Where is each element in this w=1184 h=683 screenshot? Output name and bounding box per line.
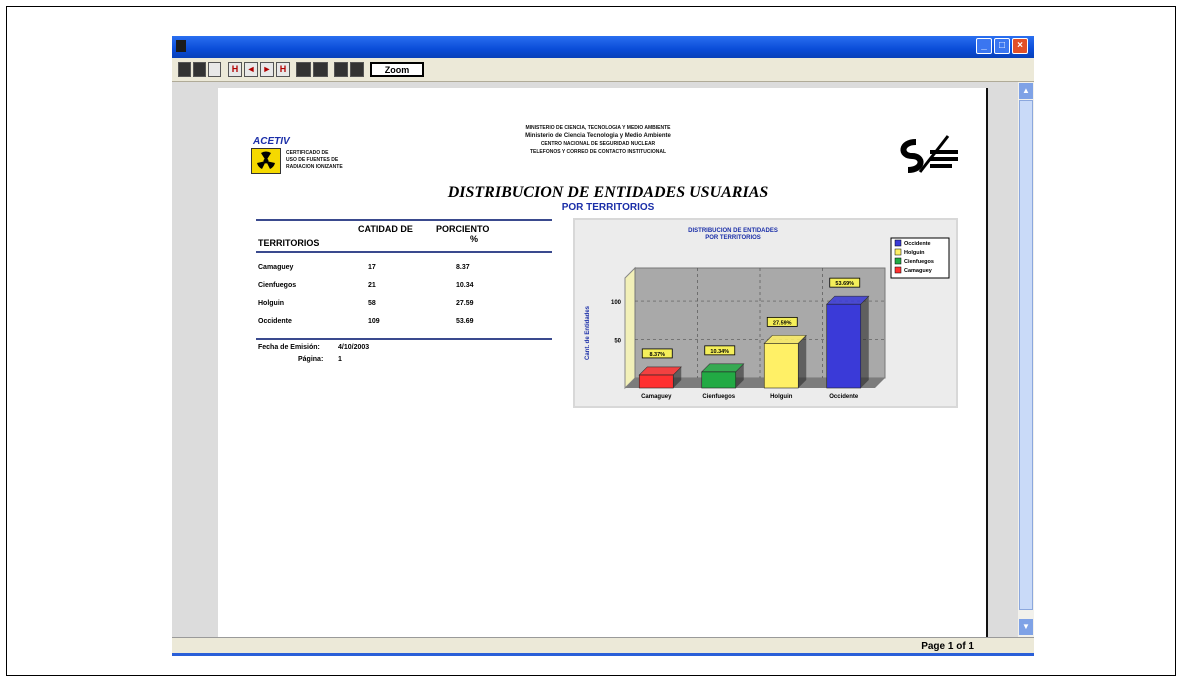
table-bottom-rule	[256, 338, 552, 340]
report-subtitle: POR TERRITORIOS	[561, 202, 655, 213]
first-page-button[interactable]: H	[228, 62, 242, 77]
last-page-button[interactable]: H	[276, 62, 290, 77]
cell-territory: Occidente	[258, 318, 292, 325]
x-tick-label: Occidente	[829, 394, 859, 400]
cell-territory: Camaguey	[258, 264, 294, 271]
chart-bar	[701, 371, 737, 389]
chart-bar	[638, 374, 674, 389]
logo-line: CERTIFICADO DE	[286, 150, 329, 156]
app-icon[interactable]	[176, 40, 186, 52]
x-tick-label: Cienfuegos	[702, 394, 735, 400]
institution-mark-icon	[900, 135, 958, 173]
vertical-scrollbar[interactable]: ▲ ▼	[1018, 82, 1034, 637]
two-page-icon[interactable]	[193, 62, 206, 77]
scroll-thumb[interactable]	[1019, 100, 1033, 610]
open-icon[interactable]	[350, 62, 364, 77]
close-button[interactable]: ×	[1012, 38, 1028, 54]
next-page-button[interactable]: ►	[260, 62, 274, 77]
legend-entry: Camaguey	[904, 268, 933, 274]
logo-text: CERTIFICADO DE USO DE FUENTES DE RADIACI…	[286, 150, 343, 171]
chart-title: DISTRIBUCION DE ENTIDADES	[688, 228, 778, 234]
scroll-down-button[interactable]: ▼	[1019, 619, 1033, 635]
report-title: DISTRIBUCION DE ENTIDADES USUARIAS	[447, 184, 769, 201]
legend-swatch	[894, 239, 902, 247]
chart-bar	[763, 343, 799, 389]
cell-quantity: 58	[368, 300, 376, 307]
chart-bar-side	[860, 296, 869, 388]
x-tick-label: Camaguey	[641, 394, 672, 400]
legend-swatch	[894, 257, 902, 265]
table-top-rule	[256, 219, 552, 221]
header-line: Ministerio de Ciencia Tecnologia y Medio…	[525, 133, 671, 139]
cell-percent: 53.69	[456, 318, 474, 325]
maximize-button[interactable]: □	[994, 38, 1010, 54]
legend-entry: Cienfuegos	[904, 259, 934, 265]
logo-name: ACETIV	[253, 136, 290, 147]
institution-header: MINISTERIO DE CIENCIA, TECNOLOGIA Y MEDI…	[458, 124, 738, 156]
previous-page-button[interactable]: ◄	[244, 62, 258, 77]
territory-bar-chart: DISTRIBUCION DE ENTIDADESPOR TERRITORIOS…	[573, 218, 958, 408]
legend-entry: Holguin	[904, 250, 925, 256]
issue-date-value: 4/10/2003	[338, 344, 370, 351]
save-icon[interactable]	[334, 62, 348, 77]
cell-quantity: 21	[368, 282, 376, 289]
data-label: 8.37%	[649, 352, 665, 358]
zoom-button[interactable]: Zoom	[370, 62, 424, 77]
chart-bar-side	[798, 335, 807, 388]
logo-line: USO DE FUENTES DE	[286, 157, 339, 163]
col-header-percent: PORCIENTO	[436, 224, 490, 234]
data-label: 53.69%	[835, 281, 854, 287]
page-count: Page 1 of 1	[921, 641, 974, 652]
table-header-rule	[256, 251, 552, 253]
report-viewer-window: _ □ × H ◄ ► H Zoom ACETIV CERTIFICADO DE…	[172, 36, 1034, 656]
legend-swatch	[894, 248, 902, 256]
y-tick-label: 100	[611, 300, 622, 306]
chart-subtitle: POR TERRITORIOS	[705, 235, 761, 241]
y-axis-label: Cant. de Entidades	[585, 305, 591, 360]
header-line: MINISTERIO DE CIENCIA, TECNOLOGIA Y MEDI…	[525, 125, 671, 131]
col-header-percent-sign: %	[470, 234, 479, 244]
page-view-icon[interactable]	[178, 62, 191, 77]
cell-territory: Holguin	[258, 300, 285, 307]
report-canvas[interactable]: ACETIV CERTIFICADO DE USO DE FUENTES DE …	[172, 82, 1018, 637]
logo-line: RADIACION IONIZANTE	[286, 164, 343, 170]
status-bar: Page 1 of 1	[172, 637, 1034, 656]
header-line: TELEFONOS Y CORREO DE CONTACTO INSTITUCI…	[529, 149, 667, 155]
toolbar: H ◄ ► H Zoom	[172, 58, 1034, 82]
issue-date-label: Fecha de Emisión:	[258, 344, 320, 351]
print-setup-icon[interactable]	[296, 62, 311, 77]
cell-quantity: 109	[368, 318, 380, 325]
radiation-logo-icon	[251, 148, 281, 174]
header-line: CENTRO NACIONAL DE SEGURIDAD NUCLEAR	[540, 141, 656, 147]
y-tick-label: 50	[614, 339, 621, 345]
cell-quantity: 17	[368, 264, 376, 271]
page-label: Página:	[298, 356, 324, 363]
page-value: 1	[338, 356, 342, 363]
legend-swatch	[894, 266, 902, 274]
col-header-quantity: CATIDAD DE	[358, 224, 413, 234]
print-icon[interactable]	[313, 62, 328, 77]
title-bar: _ □ ×	[172, 36, 1034, 58]
cell-percent: 8.37	[456, 264, 470, 271]
cell-territory: Cienfuegos	[258, 282, 297, 289]
scroll-up-button[interactable]: ▲	[1019, 83, 1033, 99]
multi-page-icon[interactable]	[208, 62, 221, 77]
x-tick-label: Holguin	[770, 394, 793, 400]
status-accent-line	[172, 653, 1034, 656]
cell-percent: 10.34	[456, 282, 474, 289]
data-label: 27.59%	[773, 320, 792, 326]
data-label: 10.34%	[710, 349, 729, 355]
legend-entry: Occidente	[904, 241, 931, 247]
chart-bar	[826, 303, 862, 389]
cell-percent: 27.59	[456, 300, 474, 307]
plot-side-wall	[624, 266, 636, 390]
report-page: ACETIV CERTIFICADO DE USO DE FUENTES DE …	[218, 88, 988, 637]
col-header-territory: TERRITORIOS	[258, 238, 320, 248]
minimize-button[interactable]: _	[976, 38, 992, 54]
